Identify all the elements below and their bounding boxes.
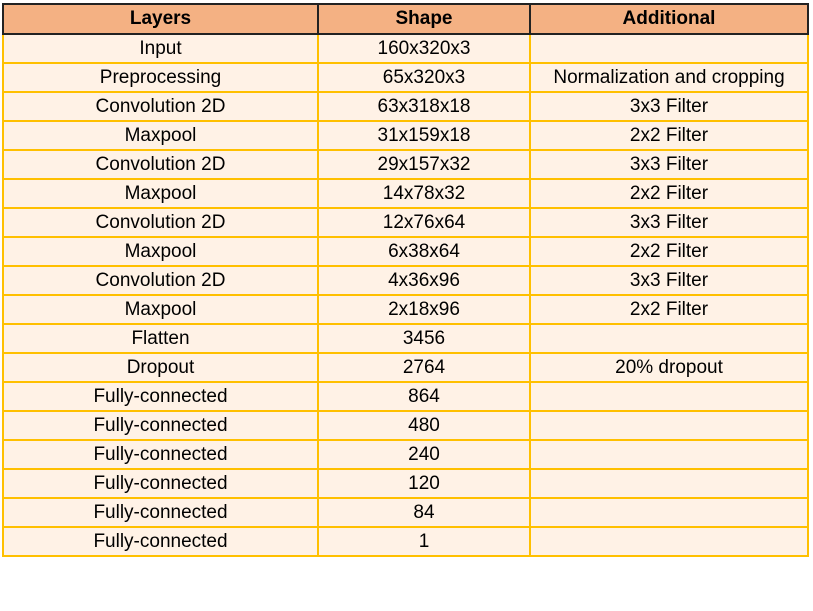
shape-cell: 864 [317, 381, 531, 412]
table-row: Maxpool 6x38x64 2x2 Filter [2, 236, 809, 267]
shape-cell: 3456 [317, 323, 531, 354]
additional-cell [529, 381, 809, 412]
shape-cell: 12x76x64 [317, 207, 531, 238]
table-row: Flatten 3456 [2, 323, 809, 354]
table-row: Fully-connected 120 [2, 468, 809, 499]
layer-cell: Maxpool [2, 236, 319, 267]
table-header-row: Layers Shape Additional [2, 3, 809, 35]
layer-cell: Maxpool [2, 178, 319, 209]
shape-cell: 14x78x32 [317, 178, 531, 209]
shape-cell: 2x18x96 [317, 294, 531, 325]
layer-cell: Convolution 2D [2, 265, 319, 296]
additional-cell: 2x2 Filter [529, 178, 809, 209]
layer-cell: Fully-connected [2, 526, 319, 557]
table-row: Convolution 2D 4x36x96 3x3 Filter [2, 265, 809, 296]
table-row: Maxpool 31x159x18 2x2 Filter [2, 120, 809, 151]
shape-cell: 63x318x18 [317, 91, 531, 122]
layer-cell: Convolution 2D [2, 91, 319, 122]
additional-cell [529, 33, 809, 64]
additional-cell: 3x3 Filter [529, 91, 809, 122]
table-row: Dropout 2764 20% dropout [2, 352, 809, 383]
header-shape: Shape [317, 3, 531, 35]
additional-cell [529, 497, 809, 528]
table-row: Fully-connected 864 [2, 381, 809, 412]
additional-cell [529, 323, 809, 354]
shape-cell: 2764 [317, 352, 531, 383]
additional-cell: 3x3 Filter [529, 207, 809, 238]
layer-cell: Input [2, 33, 319, 64]
table-row: Convolution 2D 29x157x32 3x3 Filter [2, 149, 809, 180]
shape-cell: 6x38x64 [317, 236, 531, 267]
table-row: Maxpool 14x78x32 2x2 Filter [2, 178, 809, 209]
layer-table-container: Layers Shape Additional Input 160x320x3 Pr… [2, 3, 809, 557]
table-row: Fully-connected 84 [2, 497, 809, 528]
layer-cell: Convolution 2D [2, 207, 319, 238]
layer-cell: Convolution 2D [2, 149, 319, 180]
additional-cell: 3x3 Filter [529, 149, 809, 180]
additional-cell [529, 526, 809, 557]
table-row: Fully-connected 240 [2, 439, 809, 470]
shape-cell: 160x320x3 [317, 33, 531, 64]
additional-cell [529, 468, 809, 499]
shape-cell: 1 [317, 526, 531, 557]
table-row: Fully-connected 1 [2, 526, 809, 557]
layer-cell: Maxpool [2, 294, 319, 325]
layer-cell: Fully-connected [2, 439, 319, 470]
layer-cell: Fully-connected [2, 468, 319, 499]
shape-cell: 65x320x3 [317, 62, 531, 93]
shape-cell: 31x159x18 [317, 120, 531, 151]
table-row: Fully-connected 480 [2, 410, 809, 441]
shape-cell: 240 [317, 439, 531, 470]
shape-cell: 480 [317, 410, 531, 441]
layer-cell: Maxpool [2, 120, 319, 151]
additional-cell: 2x2 Filter [529, 120, 809, 151]
additional-cell: 2x2 Filter [529, 236, 809, 267]
layer-cell: Flatten [2, 323, 319, 354]
table-body: Input 160x320x3 Preprocessing 65x320x3 Norma… [2, 33, 809, 557]
table-row: Input 160x320x3 [2, 33, 809, 64]
header-additional: Additional [529, 3, 809, 35]
additional-cell [529, 410, 809, 441]
shape-cell: 120 [317, 468, 531, 499]
table-row: Preprocessing 65x320x3 Normalization and c… [2, 62, 809, 93]
additional-cell: Normalization and cropping [529, 62, 809, 93]
header-layers: Layers [2, 3, 319, 35]
additional-cell [529, 439, 809, 470]
layer-cell: Dropout [2, 352, 319, 383]
additional-cell: 3x3 Filter [529, 265, 809, 296]
shape-cell: 29x157x32 [317, 149, 531, 180]
layer-cell: Fully-connected [2, 381, 319, 412]
table-row: Maxpool 2x18x96 2x2 Filter [2, 294, 809, 325]
additional-cell: 20% dropout [529, 352, 809, 383]
layer-cell: Fully-connected [2, 497, 319, 528]
table-row: Convolution 2D 63x318x18 3x3 Filter [2, 91, 809, 122]
additional-cell: 2x2 Filter [529, 294, 809, 325]
layer-cell: Fully-connected [2, 410, 319, 441]
shape-cell: 84 [317, 497, 531, 528]
layer-cell: Preprocessing [2, 62, 319, 93]
shape-cell: 4x36x96 [317, 265, 531, 296]
table-row: Convolution 2D 12x76x64 3x3 Filter [2, 207, 809, 238]
layer-table: Layers Shape Additional Input 160x320x3 Pr… [2, 3, 809, 557]
